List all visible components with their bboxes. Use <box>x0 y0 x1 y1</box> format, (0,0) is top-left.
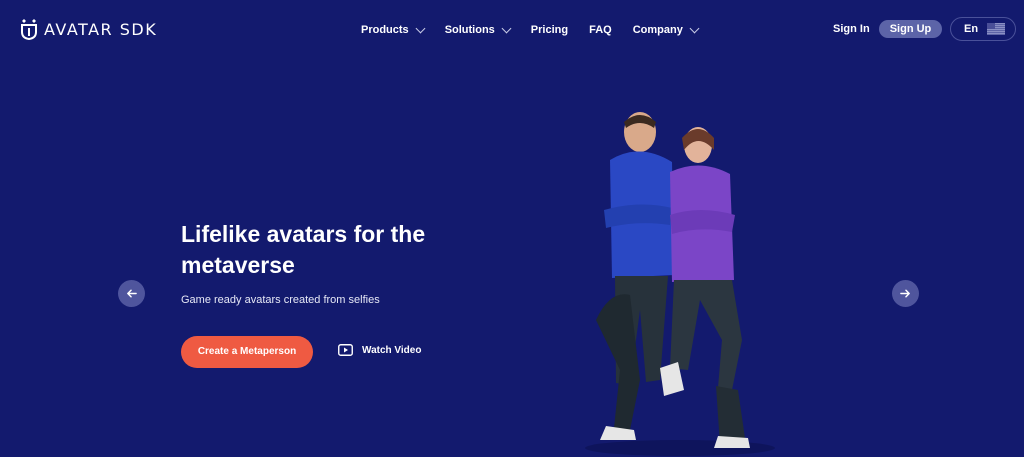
logo-text: AVATAR SDK <box>44 19 158 39</box>
sign-up-button[interactable]: Sign Up <box>879 20 942 38</box>
nav-item-faq[interactable]: FAQ <box>589 24 612 36</box>
avatar-sdk-logo-icon <box>21 19 37 40</box>
carousel-next-button[interactable] <box>892 280 919 307</box>
nav-item-pricing[interactable]: Pricing <box>531 24 568 36</box>
language-selector[interactable]: En <box>950 17 1016 41</box>
arrow-left-icon <box>127 289 137 298</box>
nav-item-products[interactable]: Products <box>361 23 426 36</box>
nav-item-label: Company <box>632 24 683 36</box>
site-header: AVATAR SDK Products Solutions Pricing FA… <box>0 0 1024 60</box>
nav-item-label: Products <box>361 24 409 36</box>
nav-item-solutions[interactable]: Solutions <box>444 23 512 36</box>
nav-item-label: Solutions <box>444 24 495 36</box>
main-nav: Products Solutions Pricing FAQ Company <box>361 23 719 37</box>
language-label: En <box>964 23 979 35</box>
watch-video-label: Watch Video <box>362 344 422 356</box>
flag-icon <box>987 23 1006 35</box>
nav-item-company[interactable]: Company <box>632 23 700 36</box>
hero-subtitle: Game ready avatars created from selfies <box>181 294 380 306</box>
create-metaperson-button[interactable]: Create a Metaperson <box>181 336 313 368</box>
arrow-right-icon <box>900 289 910 298</box>
nav-item-label: FAQ <box>589 24 612 36</box>
sign-in-link[interactable]: Sign In <box>833 23 870 35</box>
chevron-down-icon <box>689 23 700 33</box>
hero-title: Lifelike avatars for the metaverse <box>181 221 426 278</box>
chevron-down-icon <box>415 23 426 33</box>
logo[interactable]: AVATAR SDK <box>20 18 157 40</box>
nav-item-label: Pricing <box>530 24 569 36</box>
play-icon <box>338 344 353 356</box>
hero-avatars-image <box>585 112 775 456</box>
page: AVATAR SDK Products Solutions Pricing FA… <box>0 0 1024 457</box>
carousel-prev-button[interactable] <box>118 280 145 307</box>
chevron-down-icon <box>501 23 512 33</box>
watch-video-button[interactable]: Watch Video <box>338 344 421 356</box>
